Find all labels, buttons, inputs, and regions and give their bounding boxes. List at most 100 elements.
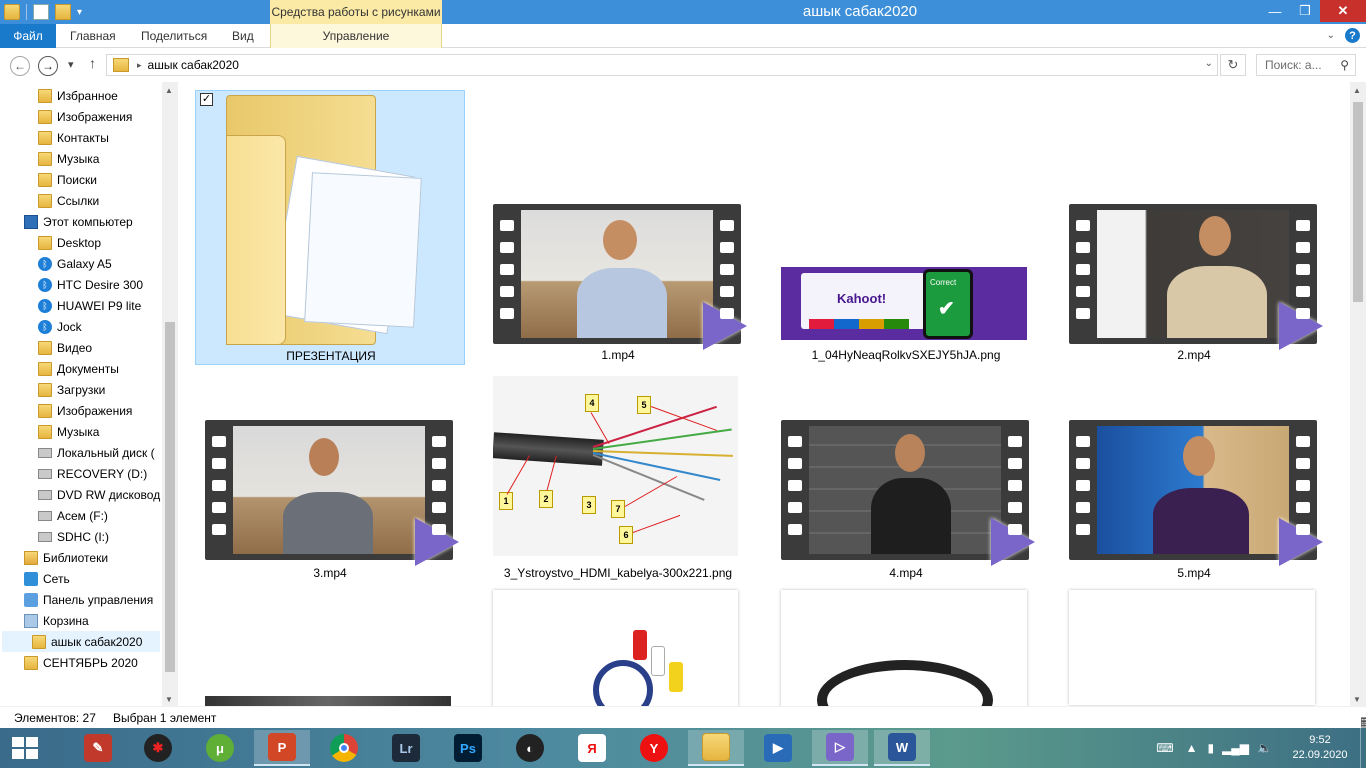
taskbar-app[interactable]: W bbox=[874, 730, 930, 766]
show-hidden-icons-icon[interactable]: ▲ bbox=[1186, 741, 1198, 755]
clock[interactable]: 9:52 22.09.2020 bbox=[1280, 733, 1360, 763]
scroll-up-icon[interactable]: ▲ bbox=[1353, 86, 1361, 95]
nav-item[interactable]: Изображения bbox=[38, 106, 132, 127]
nav-item[interactable]: ᛒ HTC Desire 300 bbox=[38, 274, 143, 295]
nav-item[interactable]: DVD RW дисковод bbox=[38, 484, 160, 505]
start-button[interactable] bbox=[12, 737, 38, 759]
ribbon-right-controls: ⌄ ? bbox=[1327, 28, 1360, 43]
nav-item[interactable]: Локальный диск ( bbox=[38, 442, 155, 463]
nav-item[interactable]: SDHC (I:) bbox=[38, 526, 109, 547]
maximize-button[interactable]: ❐ bbox=[1290, 0, 1320, 22]
nav-item[interactable]: Панель управления bbox=[24, 589, 153, 610]
nav-item[interactable]: ᛒ Galaxy A5 bbox=[38, 253, 112, 274]
media-player-icon: ▷ bbox=[826, 733, 854, 761]
network-signal-icon[interactable]: ▂▄▆ bbox=[1222, 741, 1249, 755]
forward-button[interactable]: → bbox=[38, 56, 58, 76]
keyboard-icon[interactable]: ⌨ bbox=[1156, 741, 1173, 755]
nav-scrollbar[interactable]: ▲ ▼ bbox=[162, 82, 178, 706]
nav-item[interactable]: Видео bbox=[38, 337, 92, 358]
volume-icon[interactable]: 🔈 bbox=[1257, 741, 1272, 755]
scroll-down-icon[interactable]: ▼ bbox=[165, 695, 173, 704]
nav-item[interactable]: Избранное bbox=[38, 85, 118, 106]
new-folder-icon[interactable] bbox=[55, 4, 71, 20]
image-thumbnail[interactable] bbox=[205, 696, 451, 706]
file-item[interactable]: Kahoot! Correct ✔ 1_04HyNeaqRolkvSXEJY5hJ… bbox=[771, 90, 1041, 365]
nav-item[interactable]: Асем (F:) bbox=[38, 505, 108, 526]
nav-item[interactable]: Загрузки bbox=[38, 379, 105, 400]
video-thumbnail bbox=[493, 204, 747, 350]
taskbar-app[interactable]: P bbox=[254, 730, 310, 766]
nav-item[interactable]: Музыка bbox=[38, 148, 99, 169]
file-item[interactable]: ✓ ПРЕЗЕНТАЦИЯ bbox=[195, 90, 465, 365]
tab-home[interactable]: Главная bbox=[70, 24, 116, 48]
breadcrumb-chevron-icon[interactable]: ▸ bbox=[137, 60, 142, 71]
taskbar-app[interactable]: ✎ bbox=[70, 730, 126, 766]
taskbar-app[interactable] bbox=[688, 730, 744, 766]
nav-item[interactable]: RECOVERY (D:) bbox=[38, 463, 147, 484]
taskbar-app[interactable]: Ps bbox=[440, 730, 496, 766]
tab-file[interactable]: Файл bbox=[0, 24, 56, 48]
scroll-down-icon[interactable]: ▼ bbox=[1353, 695, 1361, 704]
search-input[interactable]: Поиск: а... ⚲ bbox=[1256, 54, 1356, 76]
file-item[interactable]: 1.mp4 bbox=[483, 90, 753, 365]
properties-icon[interactable] bbox=[33, 4, 49, 20]
content-scroll-thumb[interactable] bbox=[1353, 102, 1363, 302]
up-arrow-icon[interactable]: ↑ bbox=[89, 55, 96, 71]
taskbar-app[interactable]: ▷ bbox=[812, 730, 868, 766]
taskbar-app[interactable]: Y bbox=[626, 730, 682, 766]
search-icon[interactable]: ⚲ bbox=[1340, 58, 1349, 72]
image-thumbnail[interactable] bbox=[1069, 590, 1315, 705]
scroll-up-icon[interactable]: ▲ bbox=[165, 86, 173, 95]
recent-locations-icon[interactable]: ▾ bbox=[68, 58, 74, 71]
taskbar-app[interactable]: ✱ bbox=[130, 730, 186, 766]
close-button[interactable]: ✕ bbox=[1320, 0, 1366, 22]
tab-manage[interactable]: Управление bbox=[270, 24, 442, 48]
taskbar-app[interactable] bbox=[316, 730, 372, 766]
tab-view[interactable]: Вид bbox=[232, 24, 254, 48]
folder-icon[interactable] bbox=[4, 4, 20, 20]
nav-item[interactable]: Этот компьютер bbox=[24, 211, 133, 232]
image-thumbnail[interactable] bbox=[493, 590, 738, 706]
nav-item[interactable]: Поиски bbox=[38, 169, 97, 190]
nav-item[interactable]: Сеть bbox=[24, 568, 70, 589]
expand-ribbon-icon[interactable]: ⌄ bbox=[1327, 30, 1335, 41]
help-icon[interactable]: ? bbox=[1345, 28, 1360, 43]
nav-item[interactable]: ᛒ Jock bbox=[38, 316, 82, 337]
address-bar[interactable]: ▸ ашык сабак2020 ⌄ bbox=[106, 54, 1218, 76]
show-desktop-button[interactable] bbox=[1360, 728, 1366, 768]
nav-item[interactable]: СЕНТЯБРЬ 2020 bbox=[24, 652, 138, 673]
nav-item[interactable]: Корзина bbox=[24, 610, 89, 631]
refresh-button[interactable]: ↻ bbox=[1220, 54, 1246, 76]
content-scrollbar[interactable]: ▲ ▼ bbox=[1350, 82, 1366, 706]
nav-item[interactable]: ашык сабак2020 bbox=[2, 631, 160, 652]
folder-icon bbox=[38, 340, 52, 355]
taskbar-app[interactable]: ▶ bbox=[750, 730, 806, 766]
taskbar-app[interactable]: Я bbox=[564, 730, 620, 766]
nav-item[interactable]: ᛒ HUAWEI P9 lite bbox=[38, 295, 141, 316]
minimize-button[interactable]: — bbox=[1260, 0, 1290, 22]
nav-item[interactable]: Музыка bbox=[38, 421, 99, 442]
nav-item-label: Поиски bbox=[57, 172, 97, 187]
nav-item[interactable]: Desktop bbox=[38, 232, 101, 253]
file-item[interactable]: 3.mp4 bbox=[195, 372, 465, 647]
nav-item[interactable]: Изображения bbox=[38, 400, 132, 421]
file-item[interactable]: 2.mp4 bbox=[1059, 90, 1329, 365]
nav-item[interactable]: Контакты bbox=[38, 127, 109, 148]
taskbar-app[interactable]: Lr bbox=[378, 730, 434, 766]
nav-item[interactable]: Документы bbox=[38, 358, 119, 379]
large-icons-view-icon[interactable]: ▦ bbox=[1360, 715, 1366, 729]
back-button[interactable]: ← bbox=[10, 56, 30, 76]
taskbar-app[interactable]: μ bbox=[192, 730, 248, 766]
nav-item[interactable]: Библиотеки bbox=[24, 547, 108, 568]
film-sprocket bbox=[720, 220, 734, 231]
qat-dropdown-icon[interactable]: ▾ bbox=[77, 7, 82, 18]
item-checkbox[interactable]: ✓ bbox=[200, 93, 213, 106]
image-thumbnail[interactable] bbox=[781, 590, 1027, 706]
tab-share[interactable]: Поделиться bbox=[141, 24, 207, 48]
nav-scroll-thumb[interactable] bbox=[165, 322, 175, 672]
taskbar-app[interactable]: ◐ bbox=[502, 730, 558, 766]
address-history-icon[interactable]: ⌄ bbox=[1205, 58, 1213, 69]
breadcrumb[interactable]: ашык сабак2020 bbox=[148, 58, 239, 72]
power-icon[interactable]: ▮ bbox=[1207, 741, 1214, 755]
nav-item[interactable]: Ссылки bbox=[38, 190, 99, 211]
